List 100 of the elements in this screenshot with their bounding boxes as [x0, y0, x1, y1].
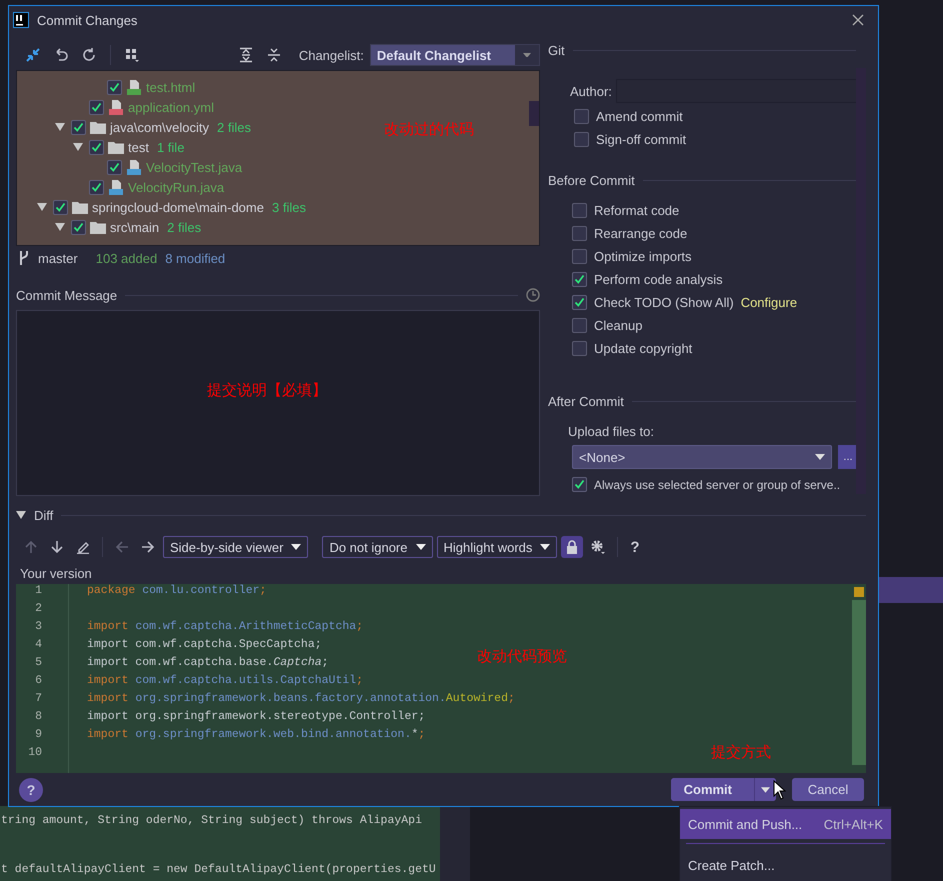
folder-icon: [108, 140, 124, 154]
dropdown-arrow-icon: [815, 454, 825, 460]
checkbox[interactable]: [572, 341, 587, 356]
option-label[interactable]: Amend commit: [596, 109, 683, 124]
folder-icon: [90, 120, 106, 134]
upload-label: Upload files to:: [568, 424, 655, 439]
file-count: 2 files: [167, 220, 202, 234]
checkbox[interactable]: [574, 109, 589, 124]
author-label: Author:: [570, 84, 612, 98]
window-title: Commit Changes: [37, 12, 138, 28]
modified-count: 8 modified: [165, 250, 226, 266]
changelist-label: Changelist:: [298, 48, 364, 62]
line-number: 2: [34, 602, 43, 617]
checkbox[interactable]: [572, 295, 587, 310]
line-number: 8: [34, 710, 43, 725]
expand-icon[interactable]: [73, 143, 83, 151]
line-number: 4: [34, 638, 43, 653]
option-label[interactable]: Rearrange code: [594, 226, 688, 241]
folder-name[interactable]: java\com\velocity: [110, 120, 209, 134]
scrollbar[interactable]: [852, 600, 866, 765]
section-title: Before Commit: [548, 172, 635, 188]
added-count: 103 added: [96, 250, 158, 266]
scrollbar[interactable]: [856, 68, 866, 494]
diff-select[interactable]: Do not ignore: [322, 536, 432, 558]
collapse-icon[interactable]: [16, 511, 26, 519]
file-icon: [126, 79, 142, 95]
checkbox[interactable]: [89, 100, 104, 114]
code-line: package com.lu.controller;: [86, 584, 266, 597]
editor-highlight: [879, 577, 943, 603]
lock-icon[interactable]: [561, 536, 584, 558]
code-line: import org.springframework.web.bind.annotation.*;: [86, 728, 426, 741]
history-icon[interactable]: [526, 288, 540, 302]
code-line: t defaultAlipayClient = new DefaultAlipayClient(properties.getU: [0, 863, 436, 876]
code-line: import org.springframework.beans.factory.annotation.Autowired;: [86, 692, 515, 705]
help-button[interactable]: ?: [19, 778, 43, 802]
option-label[interactable]: Reformat code: [594, 203, 680, 218]
commit-options-button[interactable]: [754, 778, 776, 801]
checkbox[interactable]: [107, 160, 122, 174]
checkbox[interactable]: [71, 220, 86, 234]
file-count: 1 file: [156, 140, 184, 154]
option-label[interactable]: Sign-off commit: [596, 132, 686, 147]
section-title: After Commit: [548, 394, 624, 408]
version-label: Your version: [20, 566, 93, 581]
folder-name[interactable]: test: [128, 140, 149, 154]
folder-name[interactable]: springcloud-dome\main-dome: [92, 200, 264, 214]
option-label[interactable]: Cleanup: [594, 318, 642, 333]
line-number: 6: [34, 674, 43, 689]
code-line: tring amount, String oderNo, String subject) throws AlipayApi: [0, 814, 422, 827]
option-label[interactable]: Always use selected server or group of serve..: [594, 478, 840, 492]
code-line: import com.wf.captcha.utils.CaptchaUtil;: [86, 674, 364, 687]
change-marker: [854, 587, 864, 597]
option-label[interactable]: Perform code analysis: [594, 272, 723, 287]
dropdown-arrow-icon: [761, 786, 770, 792]
line-number: 7: [34, 692, 43, 707]
expand-icon[interactable]: [55, 223, 65, 231]
menu-item[interactable]: Create Patch...: [680, 850, 891, 880]
checkbox[interactable]: [53, 200, 68, 214]
option-label[interactable]: Check TODO (Show All): [594, 295, 734, 310]
checkbox[interactable]: [572, 318, 587, 333]
dropdown-arrow-icon: [416, 544, 426, 550]
dropdown-arrow-icon: [291, 544, 302, 550]
line-number: 3: [34, 620, 43, 635]
checkbox[interactable]: [572, 203, 587, 218]
section-title: Git: [548, 42, 565, 58]
option-label[interactable]: Update copyright: [594, 341, 692, 356]
checkbox[interactable]: [107, 80, 122, 94]
folder-name[interactable]: src\main: [110, 220, 160, 234]
checkbox[interactable]: [572, 226, 587, 241]
configure-link[interactable]: Configure: [740, 295, 798, 310]
option-label[interactable]: Optimize imports: [594, 249, 692, 264]
checkbox[interactable]: [572, 249, 587, 264]
browse-button[interactable]: ...: [838, 445, 856, 469]
scrollbar[interactable]: [529, 101, 539, 126]
upload-select[interactable]: <None>: [572, 445, 832, 469]
commit-message-field[interactable]: [16, 310, 540, 496]
branch-icon: [18, 250, 30, 266]
dropdown-arrow-icon: [540, 544, 550, 550]
checkbox[interactable]: [572, 477, 587, 492]
checkbox[interactable]: [89, 180, 104, 194]
annotation-text: 提交说明【必填】: [207, 381, 327, 400]
line-number: 5: [34, 656, 43, 671]
file-count: 3 files: [272, 200, 306, 214]
changelist-select[interactable]: Default Changelist: [370, 44, 540, 66]
expand-icon[interactable]: [55, 123, 65, 131]
checkbox[interactable]: [572, 272, 587, 287]
diff-select[interactable]: Side-by-side viewer: [163, 536, 308, 558]
file-icon: [108, 99, 124, 115]
section-title: Commit Message: [16, 288, 118, 302]
cancel-button[interactable]: Cancel: [792, 778, 864, 801]
annotation-text: 改动代码预览: [477, 647, 567, 666]
help-icon[interactable]: ?: [630, 538, 640, 556]
menu-item[interactable]: Commit and Push... Ctrl+Alt+K: [680, 809, 891, 839]
expand-icon[interactable]: [37, 203, 47, 211]
diff-select[interactable]: Highlight words: [436, 536, 558, 558]
checkbox[interactable]: [89, 140, 104, 154]
checkbox[interactable]: [574, 132, 589, 147]
line-number: 9: [34, 728, 43, 743]
close-icon: [852, 14, 864, 26]
checkbox[interactable]: [71, 120, 86, 134]
code-line: import com.wf.captcha.ArithmeticCaptcha;: [86, 620, 364, 633]
